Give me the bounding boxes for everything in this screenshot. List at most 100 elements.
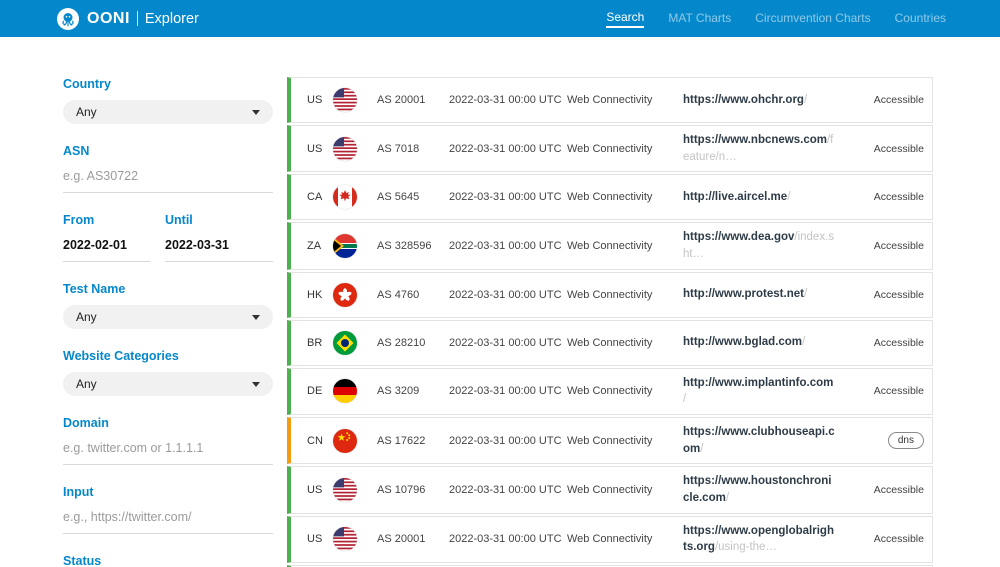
- url-cell: http://www.implantinfo.com/: [683, 375, 846, 408]
- website-categories-select-value: Any: [76, 377, 97, 391]
- nav-circumvention-charts[interactable]: Circumvention Charts: [755, 11, 870, 27]
- asn-cell: AS 20001: [377, 94, 449, 106]
- test-name-cell: Web Connectivity: [567, 533, 683, 545]
- flag-icon-us: [333, 527, 357, 551]
- filter-website-categories: Website Categories Any: [63, 349, 273, 396]
- result-row[interactable]: CNAS 176222022-03-31 00:00 UTCWeb Connec…: [287, 417, 933, 464]
- filter-domain: Domain: [63, 416, 273, 465]
- flag-icon-us: [333, 137, 357, 161]
- url-rest: /: [804, 94, 807, 106]
- nav-mat-charts[interactable]: MAT Charts: [668, 11, 731, 27]
- url-cell: https://www.nbcnews.com/feature/n…: [683, 132, 846, 165]
- country-code: US: [307, 484, 333, 496]
- asn-cell: AS 7018: [377, 143, 449, 155]
- brand[interactable]: OONI Explorer: [57, 8, 199, 30]
- nav-search[interactable]: Search: [606, 10, 644, 28]
- result-row[interactable]: USAS 70182022-03-31 00:00 UTCWeb Connect…: [287, 125, 933, 172]
- test-name-cell: Web Connectivity: [567, 94, 683, 106]
- status-cell: Accessible: [846, 337, 924, 349]
- asn-cell: AS 4760: [377, 289, 449, 301]
- test-name-cell: Web Connectivity: [567, 484, 683, 496]
- url-main: http://live.aircel.me: [683, 191, 787, 203]
- country-label: Country: [63, 77, 273, 91]
- country-code: US: [307, 533, 333, 545]
- website-categories-label: Website Categories: [63, 349, 273, 363]
- status-cell: Accessible: [846, 484, 924, 496]
- flag-icon-us: [333, 88, 357, 112]
- filter-asn: ASN: [63, 144, 273, 193]
- country-code: CN: [307, 435, 333, 447]
- status-cell: Accessible: [846, 143, 924, 155]
- flag-icon-ca: [333, 185, 357, 209]
- status-cell: Accessible: [846, 94, 924, 106]
- test-name-cell: Web Connectivity: [567, 435, 683, 447]
- brand-divider: [137, 11, 138, 26]
- asn-cell: AS 3209: [377, 385, 449, 397]
- results-list: USAS 200012022-03-31 00:00 UTCWeb Connec…: [287, 77, 933, 567]
- country-code: CA: [307, 191, 333, 203]
- result-row[interactable]: DEAS 32092022-03-31 00:00 UTCWeb Connect…: [287, 368, 933, 415]
- url-cell: https://www.openglobalrights.org/using-t…: [683, 523, 846, 556]
- asn-cell: AS 28210: [377, 337, 449, 349]
- asn-cell: AS 5645: [377, 191, 449, 203]
- input-label: Input: [63, 485, 273, 499]
- ooni-logo-icon: [57, 8, 79, 30]
- test-name-select[interactable]: Any: [63, 305, 273, 329]
- input-url-input[interactable]: [63, 508, 273, 534]
- country-select-value: Any: [76, 105, 97, 119]
- date-cell: 2022-03-31 00:00 UTC: [449, 240, 567, 252]
- result-row[interactable]: HKAS 47602022-03-31 00:00 UTCWeb Connect…: [287, 272, 933, 318]
- date-cell: 2022-03-31 00:00 UTC: [449, 435, 567, 447]
- date-cell: 2022-03-31 00:00 UTC: [449, 533, 567, 545]
- url-rest: /: [726, 492, 729, 504]
- flag-icon-br: [333, 331, 357, 355]
- test-name-cell: Web Connectivity: [567, 191, 683, 203]
- status-cell: Accessible: [846, 533, 924, 545]
- url-main: http://www.bglad.com: [683, 336, 802, 348]
- domain-label: Domain: [63, 416, 273, 430]
- url-rest: /using-the…: [715, 541, 777, 553]
- country-select[interactable]: Any: [63, 100, 273, 124]
- asn-cell: AS 10796: [377, 484, 449, 496]
- status-cell: Accessible: [846, 385, 924, 397]
- url-cell: https://www.clubhouseapi.com/: [683, 424, 846, 457]
- url-main: https://www.ohchr.org: [683, 94, 804, 106]
- url-main: http://www.implantinfo.com: [683, 377, 833, 389]
- from-date-input[interactable]: [63, 236, 150, 262]
- status-cell: Accessible: [846, 240, 924, 252]
- domain-input[interactable]: [63, 439, 273, 465]
- test-name-cell: Web Connectivity: [567, 143, 683, 155]
- url-main: http://www.protest.net: [683, 288, 804, 300]
- filter-sidebar: Country Any ASN From Until: [63, 77, 273, 567]
- date-cell: 2022-03-31 00:00 UTC: [449, 191, 567, 203]
- country-code: US: [307, 94, 333, 106]
- filter-status: Status All Results: [63, 554, 273, 567]
- url-rest: /: [787, 191, 790, 203]
- asn-input[interactable]: [63, 167, 273, 193]
- flag-icon-cn: [333, 429, 357, 453]
- nav-countries[interactable]: Countries: [895, 11, 946, 27]
- url-cell: http://live.aircel.me/: [683, 189, 846, 206]
- result-row[interactable]: USAS 200012022-03-31 00:00 UTCWeb Connec…: [287, 516, 933, 563]
- result-row[interactable]: USAS 200012022-03-31 00:00 UTCWeb Connec…: [287, 77, 933, 123]
- result-row[interactable]: USAS 107962022-03-31 00:00 UTCWeb Connec…: [287, 466, 933, 513]
- url-cell: https://www.ohchr.org/: [683, 92, 846, 109]
- result-row[interactable]: BRAS 282102022-03-31 00:00 UTCWeb Connec…: [287, 320, 933, 366]
- chevron-down-icon: [252, 382, 260, 387]
- country-code: DE: [307, 385, 333, 397]
- test-name-cell: Web Connectivity: [567, 240, 683, 252]
- test-name-select-value: Any: [76, 310, 97, 324]
- url-main: https://www.dea.gov: [683, 231, 794, 243]
- url-main: https://www.clubhouseapi.com: [683, 426, 835, 455]
- until-date-input[interactable]: [165, 236, 273, 262]
- flag-icon-hk: [333, 283, 357, 307]
- website-categories-select[interactable]: Any: [63, 372, 273, 396]
- country-code: HK: [307, 289, 333, 301]
- content: Country Any ASN From Until: [0, 37, 1000, 567]
- result-row[interactable]: CA AS 56452022-03-31 00:00 UTCWeb Connect…: [287, 174, 933, 220]
- date-cell: 2022-03-31 00:00 UTC: [449, 143, 567, 155]
- url-main: https://www.houstonchronicle.com: [683, 475, 831, 504]
- result-row[interactable]: ZAAS 3285962022-03-31 00:00 UTCWeb Conne…: [287, 222, 933, 269]
- url-cell: https://www.dea.gov/index.sht…: [683, 229, 846, 262]
- country-code: BR: [307, 337, 333, 349]
